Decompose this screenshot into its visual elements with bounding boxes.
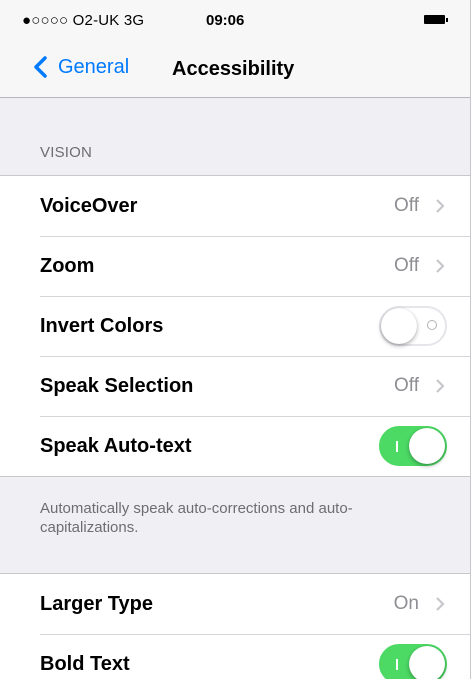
page-title: Accessibility <box>172 58 295 80</box>
toggle-on-indicator <box>396 659 398 670</box>
vision-group: VoiceOver Off Zoom Off Invert Colors Spe… <box>0 175 471 477</box>
row-label: Speak Auto-text <box>40 434 192 457</box>
row-speak-selection[interactable]: Speak Selection Off <box>0 356 471 416</box>
status-time: 09:06 <box>206 12 245 29</box>
row-value: On <box>393 593 419 614</box>
toggle-knob <box>409 428 445 464</box>
back-button[interactable]: General <box>30 50 129 84</box>
battery-icon <box>424 15 448 24</box>
chevron-left-icon <box>30 50 54 84</box>
row-bold-text: Bold Text <box>0 634 471 679</box>
toggle-knob <box>409 646 445 679</box>
row-larger-type[interactable]: Larger Type On <box>0 574 471 634</box>
status-bar: ●○○○○ O2-UK 3G 09:06 <box>0 0 471 38</box>
chevron-right-icon <box>434 196 446 216</box>
row-label: Larger Type <box>40 592 153 615</box>
row-label: VoiceOver <box>40 194 138 217</box>
row-speak-auto-text: Speak Auto-text <box>0 416 471 476</box>
row-value: Off <box>394 255 419 276</box>
toggle-on-indicator <box>396 441 398 452</box>
row-label: Speak Selection <box>40 374 194 397</box>
chevron-right-icon <box>434 256 446 276</box>
row-label: Zoom <box>40 254 95 277</box>
toggle-off-indicator <box>427 320 437 330</box>
chevron-right-icon <box>434 594 446 614</box>
bold-text-toggle[interactable] <box>379 644 447 679</box>
top-bar: ●○○○○ O2-UK 3G 09:06 General Accessibili… <box>0 0 471 98</box>
row-value: Off <box>394 375 419 396</box>
invert-colors-toggle[interactable] <box>379 306 447 346</box>
row-zoom[interactable]: Zoom Off <box>0 236 471 296</box>
row-label: Invert Colors <box>40 314 164 337</box>
section-header-vision: VISION <box>40 144 93 161</box>
row-label: Bold Text <box>40 652 130 675</box>
row-invert-colors: Invert Colors <box>0 296 471 356</box>
row-voiceover[interactable]: VoiceOver Off <box>0 176 471 236</box>
back-label: General <box>58 55 130 78</box>
chevron-right-icon <box>434 376 446 396</box>
text-group: Larger Type On Bold Text <box>0 573 471 679</box>
speak-auto-text-toggle[interactable] <box>379 426 447 466</box>
vision-footer-note: Automatically speak auto-corrections and… <box>40 500 353 536</box>
settings-screen: ●○○○○ O2-UK 3G 09:06 General Accessibili… <box>0 0 471 679</box>
carrier-signal: ●○○○○ O2-UK 3G <box>22 12 145 29</box>
toggle-knob <box>381 308 417 344</box>
navigation-bar: General Accessibility <box>0 38 471 96</box>
row-value: Off <box>394 195 419 216</box>
